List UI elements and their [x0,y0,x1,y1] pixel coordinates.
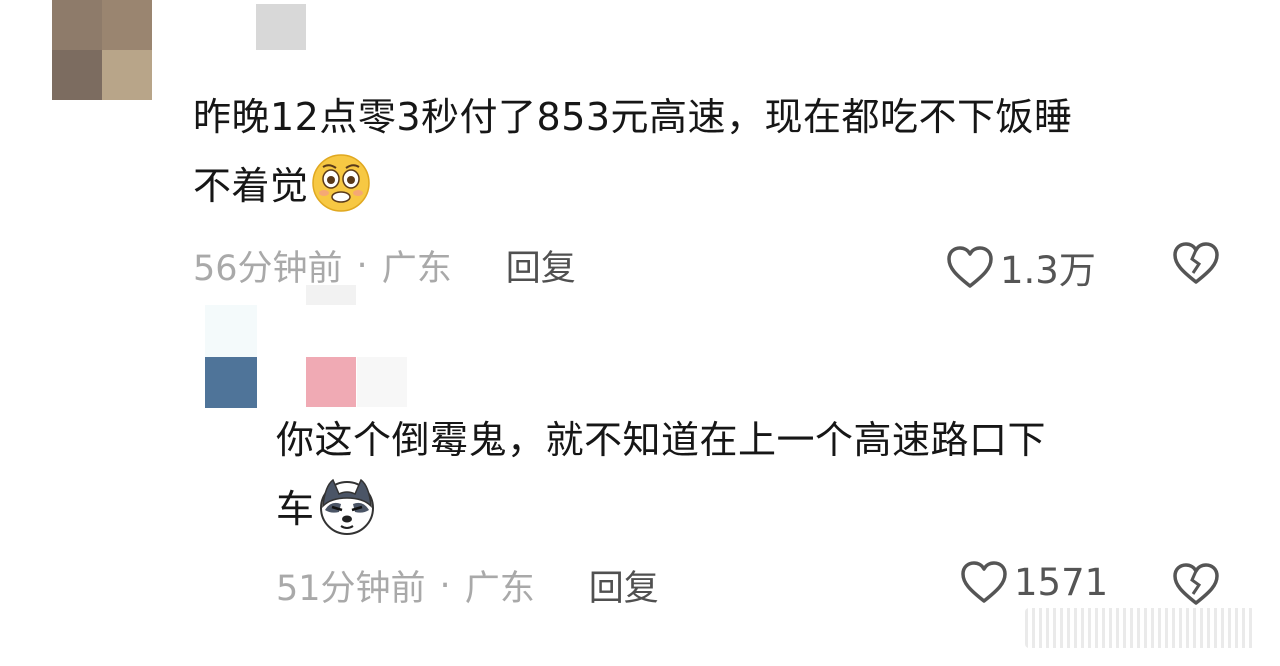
like-count: 1571 [1014,560,1109,604]
husky-dog-emoji [319,478,374,535]
heart-outline-icon [947,246,993,288]
comment-line-2-text: 不着觉 [193,164,309,208]
comment-time: 56分钟前 [193,249,343,289]
comment-line-1: 你这个倒霉鬼，就不知道在上一个高速路口下 [276,418,1047,462]
separator-dot: · [356,245,368,286]
comment-meta: 51分钟前 · 广东 回复 [276,560,659,611]
separator-dot: · [439,565,451,606]
heart-outline-icon [961,561,1007,603]
like-button[interactable]: 1571 [960,560,1108,604]
comment-line-2: 不着觉 [193,152,1243,221]
username-pixelated[interactable] [306,285,356,305]
comment-line-2: 车 [276,475,1236,544]
comment-line-1: 昨晚12点零3秒付了853元高速，现在都吃不下饭睡 [193,95,1073,139]
pleading-face-emoji [311,154,370,212]
broken-heart-icon[interactable] [1172,561,1220,607]
username-pixelated[interactable] [256,4,306,50]
watermark [1025,608,1255,648]
avatar[interactable] [205,305,257,408]
comment-line-2-text: 车 [276,487,315,531]
reply-button[interactable]: 回复 [589,560,659,611]
comment-text: 昨晚12点零3秒付了853元高速，现在都吃不下饭睡 不着觉 [193,83,1243,221]
username-pixelated[interactable] [357,357,407,407]
comment-time: 51分钟前 [276,569,426,609]
comment-location: 广东 [464,569,535,609]
comment-text: 你这个倒霉鬼，就不知道在上一个高速路口下 车 [276,406,1236,544]
broken-heart-icon[interactable] [1172,240,1220,286]
reply-button[interactable]: 回复 [506,240,576,291]
username-pixelated[interactable] [306,357,356,407]
like-count: 1.3万 [1000,249,1096,292]
avatar[interactable] [52,0,152,100]
comment-meta: 56分钟前 · 广东 回复 [193,240,576,291]
comment-location: 广东 [381,249,452,289]
like-button[interactable]: 1.3万 [946,240,1096,294]
